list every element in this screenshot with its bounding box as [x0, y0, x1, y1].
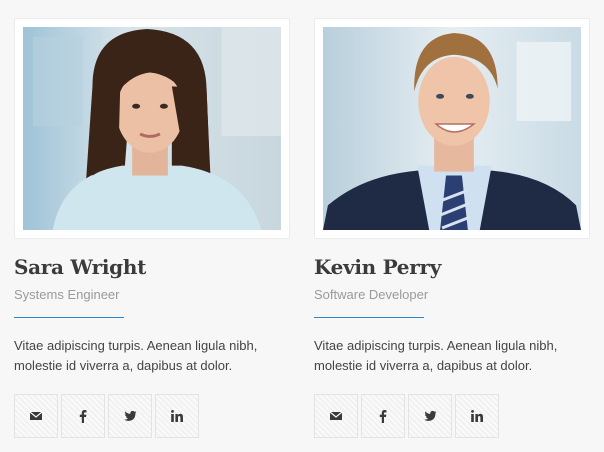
twitter-icon	[423, 409, 437, 423]
facebook-icon	[76, 409, 90, 423]
photo-frame	[14, 18, 290, 239]
linkedin-icon	[170, 409, 184, 423]
email-button[interactable]	[314, 394, 358, 438]
team-member-card: Kevin Perry Software Developer Vitae adi…	[314, 18, 590, 438]
twitter-button[interactable]	[108, 394, 152, 438]
linkedin-icon	[470, 409, 484, 423]
member-bio: Vitae adipiscing turpis. Aenean ligula n…	[314, 338, 558, 373]
team-member-photo	[323, 27, 581, 230]
email-button[interactable]	[14, 394, 58, 438]
team-member-card: Sara Wright Systems Engineer Vitae adipi…	[14, 18, 290, 438]
facebook-button[interactable]	[61, 394, 105, 438]
member-role: Software Developer	[314, 287, 429, 302]
linkedin-button[interactable]	[155, 394, 199, 438]
photo-frame	[314, 18, 590, 239]
accent-divider	[14, 317, 124, 318]
member-bio: Vitae adipiscing turpis. Aenean ligula n…	[14, 338, 258, 373]
member-name: Kevin Perry	[314, 255, 442, 279]
linkedin-button[interactable]	[455, 394, 499, 438]
email-icon	[29, 409, 43, 423]
facebook-button[interactable]	[361, 394, 405, 438]
accent-divider	[314, 317, 424, 318]
member-role: Systems Engineer	[14, 287, 120, 302]
facebook-icon	[376, 409, 390, 423]
social-links	[14, 394, 290, 438]
member-name: Sara Wright	[14, 255, 147, 279]
social-links	[314, 394, 590, 438]
email-icon	[329, 409, 343, 423]
twitter-icon	[123, 409, 137, 423]
twitter-button[interactable]	[408, 394, 452, 438]
team-member-photo	[23, 27, 281, 230]
